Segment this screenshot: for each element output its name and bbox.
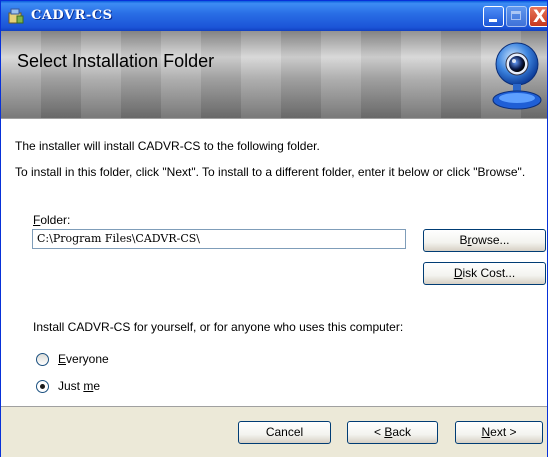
browse-label-pre: B: [459, 233, 468, 247]
close-glyph: X: [533, 7, 547, 27]
banner-background: [1, 31, 547, 118]
browse-label-rest: owse...: [471, 233, 510, 247]
window-title: CADVR-CS: [31, 8, 113, 23]
just-me-label: Just me: [58, 379, 100, 393]
just-me-option[interactable]: Just me: [36, 379, 100, 393]
everyone-option[interactable]: Everyone: [36, 352, 109, 366]
minimize-icon[interactable]: [483, 6, 504, 27]
instructions-text: To install in this folder, click "Next".…: [15, 165, 526, 179]
disk-cost-button[interactable]: Disk Cost...: [423, 262, 546, 285]
disk-cost-label-rest: isk Cost...: [462, 266, 516, 280]
page-title: Select Installation Folder: [17, 51, 215, 71]
just-me-label-rest: e: [93, 379, 101, 393]
close-icon[interactable]: X: [529, 6, 547, 27]
back-button[interactable]: < Back: [347, 421, 438, 444]
title-bar[interactable]: CADVR-CS X: [1, 1, 547, 31]
back-label-pre: <: [373, 425, 385, 439]
installer-package-icon: [8, 8, 24, 24]
everyone-radio[interactable]: [36, 352, 49, 366]
next-button[interactable]: Next >: [455, 421, 543, 444]
just-me-label-mnemonic: m: [83, 379, 94, 393]
next-label-rest: ext >: [490, 425, 517, 439]
folder-label-rest: older:: [40, 213, 71, 227]
browse-button[interactable]: Browse...: [423, 229, 546, 252]
cancel-button[interactable]: Cancel: [238, 421, 331, 444]
just-me-radio[interactable]: [36, 379, 49, 393]
header-banner: Select Installation Folder: [1, 31, 547, 118]
installer-window: CADVR-CS X Select Installation Folder Th…: [0, 0, 548, 457]
webcam-icon: [492, 42, 542, 110]
maximize-icon: [506, 6, 527, 27]
next-label-mnemonic: N: [481, 425, 491, 439]
back-label-rest: ack: [392, 425, 412, 439]
button-bar: Cancel < Back Next >: [1, 406, 547, 457]
everyone-label: Everyone: [58, 352, 109, 366]
folder-input[interactable]: C:\Program Files\CADVR-CS\: [32, 229, 406, 249]
intro-text: The installer will install CADVR-CS to t…: [15, 139, 320, 153]
everyone-label-rest: veryone: [66, 352, 109, 366]
main-content: The installer will install CADVR-CS to t…: [1, 118, 547, 407]
everyone-label-mnemonic: E: [58, 352, 67, 366]
install-scope-label: Install CADVR-CS for yourself, or for an…: [33, 320, 404, 334]
just-me-label-pre: Just: [58, 379, 84, 393]
folder-label: Folder:: [33, 213, 70, 227]
